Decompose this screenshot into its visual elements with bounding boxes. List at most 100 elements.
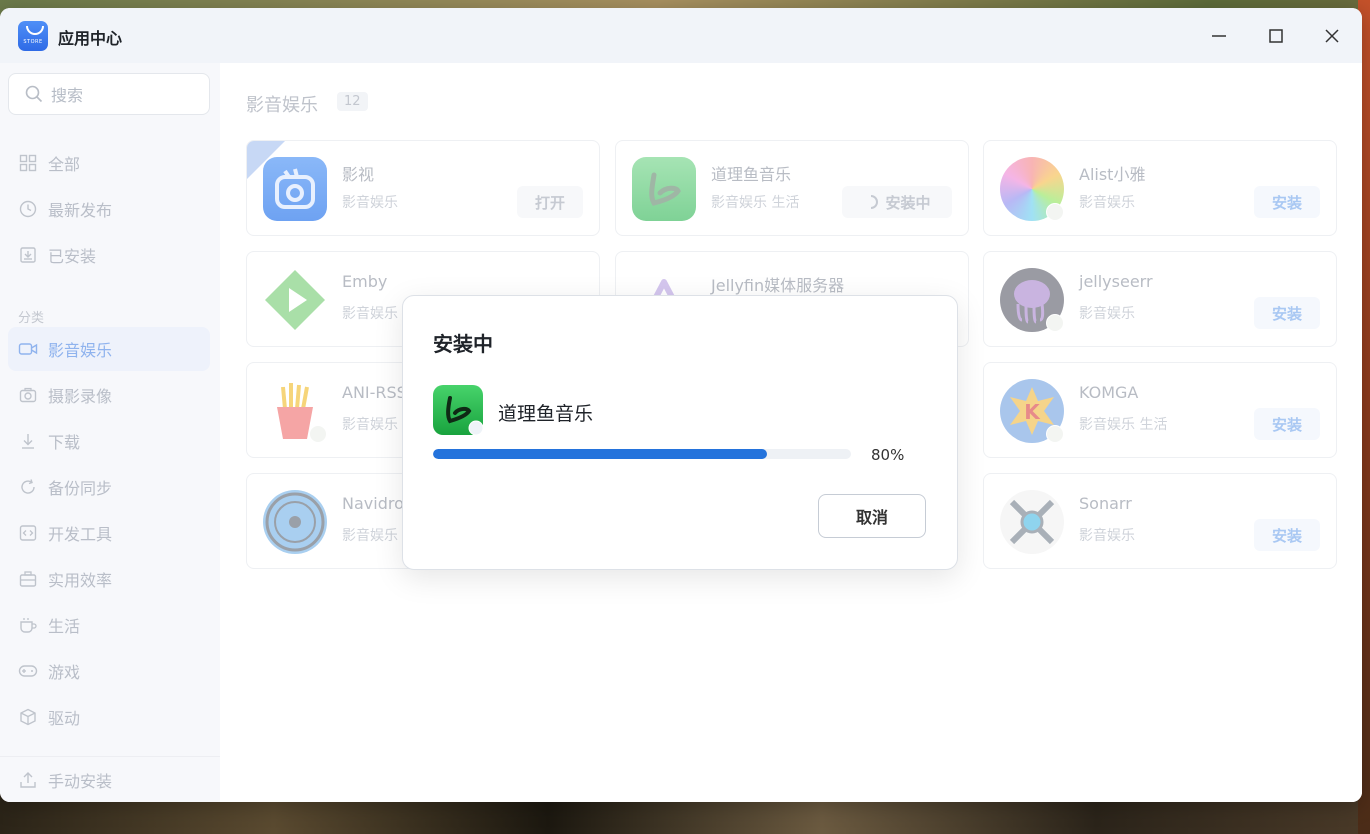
sidebar-item-games[interactable]: 游戏	[8, 649, 210, 693]
app-category: 影音娱乐 生活	[711, 195, 800, 211]
sidebar-item-label: 已安装	[48, 247, 97, 266]
manual-install-button[interactable]: 手动安装	[8, 758, 210, 802]
sidebar-item-download[interactable]: 下载	[8, 419, 210, 463]
close-icon	[1325, 29, 1339, 43]
app-center-window: STORE 应用中心 全部 最新发布 已安装 分类	[0, 8, 1362, 802]
app-name: jellyseerr	[1079, 272, 1153, 291]
sidebar-item-photo[interactable]: 摄影录像	[8, 373, 210, 417]
maximize-button[interactable]	[1262, 22, 1290, 50]
app-category: 影音娱乐 生活	[1079, 417, 1168, 433]
category-section-label: 分类	[18, 311, 45, 326]
sidebar-item-label: 全部	[48, 155, 81, 174]
app-card[interactable]: Sonarr 影音娱乐 安装	[983, 473, 1337, 569]
app-category: 影音娱乐	[342, 528, 398, 544]
installing-dialog: 安装中 道理鱼音乐 80% 取消	[402, 295, 958, 570]
download-icon	[18, 431, 38, 451]
app-category: 影音娱乐	[342, 417, 398, 433]
emby-app-icon	[263, 268, 327, 332]
camera-icon	[18, 385, 38, 405]
docker-badge-icon	[309, 425, 327, 443]
docker-badge-icon	[1046, 203, 1064, 221]
app-category: 影音娱乐	[342, 306, 398, 322]
daoliyu-music-app-icon	[632, 157, 696, 221]
clock-icon	[18, 199, 38, 219]
video-icon	[18, 339, 38, 359]
docker-badge-icon	[1046, 425, 1064, 443]
sidebar-item-life[interactable]: 生活	[8, 603, 210, 647]
gamepad-icon	[18, 661, 38, 681]
sidebar-item-all[interactable]: 全部	[8, 141, 210, 185]
sidebar-item-backup[interactable]: 备份同步	[8, 465, 210, 509]
sidebar-item-drivers[interactable]: 驱动	[8, 695, 210, 739]
app-card[interactable]: 道理鱼音乐 影音娱乐 生活 安装中	[615, 140, 969, 236]
sync-icon	[18, 477, 38, 497]
app-card[interactable]: jellyseerr 影音娱乐 安装	[983, 251, 1337, 347]
search-icon	[25, 85, 43, 103]
sidebar: 全部 最新发布 已安装 分类 影音娱乐 摄影录像 下载 备份同步	[0, 63, 220, 802]
sidebar-item-label: 下载	[48, 433, 81, 452]
category-title: 影音娱乐	[246, 95, 318, 116]
app-name: Jellyfin媒体服务器	[711, 276, 845, 295]
logo-text: STORE	[23, 39, 43, 45]
app-category: 影音娱乐	[1079, 528, 1135, 544]
installing-button[interactable]: 安装中	[842, 186, 952, 218]
minimize-icon	[1212, 35, 1226, 37]
install-button[interactable]: 安装	[1254, 297, 1320, 329]
open-button[interactable]: 打开	[517, 186, 583, 218]
spinner-icon	[871, 195, 879, 209]
search-input[interactable]	[49, 83, 203, 107]
install-progress-percent: 80%	[871, 446, 905, 464]
sonarr-app-icon	[1000, 490, 1064, 554]
search-box[interactable]	[8, 73, 210, 115]
app-category: 影音娱乐	[1079, 195, 1135, 211]
install-progress-fill	[433, 449, 768, 459]
close-button[interactable]	[1318, 22, 1346, 50]
app-name: Emby	[342, 272, 388, 291]
coffee-icon	[18, 615, 38, 635]
installing-label: 安装中	[885, 193, 931, 212]
app-category: 影音娱乐	[1079, 306, 1135, 322]
sidebar-item-latest[interactable]: 最新发布	[8, 187, 210, 231]
sidebar-item-installed[interactable]: 已安装	[8, 233, 210, 277]
sidebar-item-label: 开发工具	[48, 525, 113, 544]
sidebar-item-label: 备份同步	[48, 479, 113, 498]
install-progress-bar	[433, 449, 851, 459]
app-name: ANI-RSS	[342, 383, 407, 402]
grid-icon	[18, 153, 38, 173]
sidebar-item-label: 实用效率	[48, 571, 113, 590]
app-name: 道理鱼音乐	[711, 165, 792, 184]
title-bar: STORE 应用中心	[0, 8, 1362, 63]
install-button[interactable]: 安装	[1254, 186, 1320, 218]
app-name: Alist小雅	[1079, 165, 1146, 184]
sidebar-item-label: 驱动	[48, 709, 81, 728]
app-card[interactable]: Alist小雅 影音娱乐 安装	[983, 140, 1337, 236]
docker-badge-icon	[1046, 314, 1064, 332]
upload-icon	[18, 770, 38, 790]
code-icon	[18, 523, 38, 543]
sidebar-item-label: 摄影录像	[48, 387, 113, 406]
category-count-badge: 12	[337, 92, 368, 111]
app-card[interactable]: K KOMGA 影音娱乐 生活 安装	[983, 362, 1337, 458]
app-store-logo-icon: STORE	[18, 21, 48, 51]
sidebar-item-label: 游戏	[48, 663, 81, 682]
cancel-button[interactable]: 取消	[818, 494, 926, 538]
dialog-app-name: 道理鱼音乐	[498, 403, 594, 425]
sidebar-item-label: 影音娱乐	[48, 341, 113, 360]
install-button[interactable]: 安装	[1254, 408, 1320, 440]
daoliyu-music-app-icon	[433, 385, 484, 436]
minimize-button[interactable]	[1205, 22, 1233, 50]
toolbox-icon	[18, 569, 38, 589]
yingshi-app-icon	[263, 157, 327, 221]
app-card[interactable]: 影视 影音娱乐 打开	[246, 140, 600, 236]
manual-install-label: 手动安装	[48, 772, 113, 791]
app-category: 影音娱乐	[342, 195, 398, 211]
sidebar-item-label: 最新发布	[48, 201, 113, 220]
sidebar-item-label: 生活	[48, 617, 81, 636]
sidebar-item-productivity[interactable]: 实用效率	[8, 557, 210, 601]
install-button[interactable]: 安装	[1254, 519, 1320, 551]
sidebar-item-media[interactable]: 影音娱乐	[8, 327, 210, 371]
navidrome-app-icon	[263, 490, 327, 554]
app-name: 影视	[342, 165, 375, 184]
sidebar-item-devtools[interactable]: 开发工具	[8, 511, 210, 555]
app-name: Sonarr	[1079, 494, 1132, 513]
